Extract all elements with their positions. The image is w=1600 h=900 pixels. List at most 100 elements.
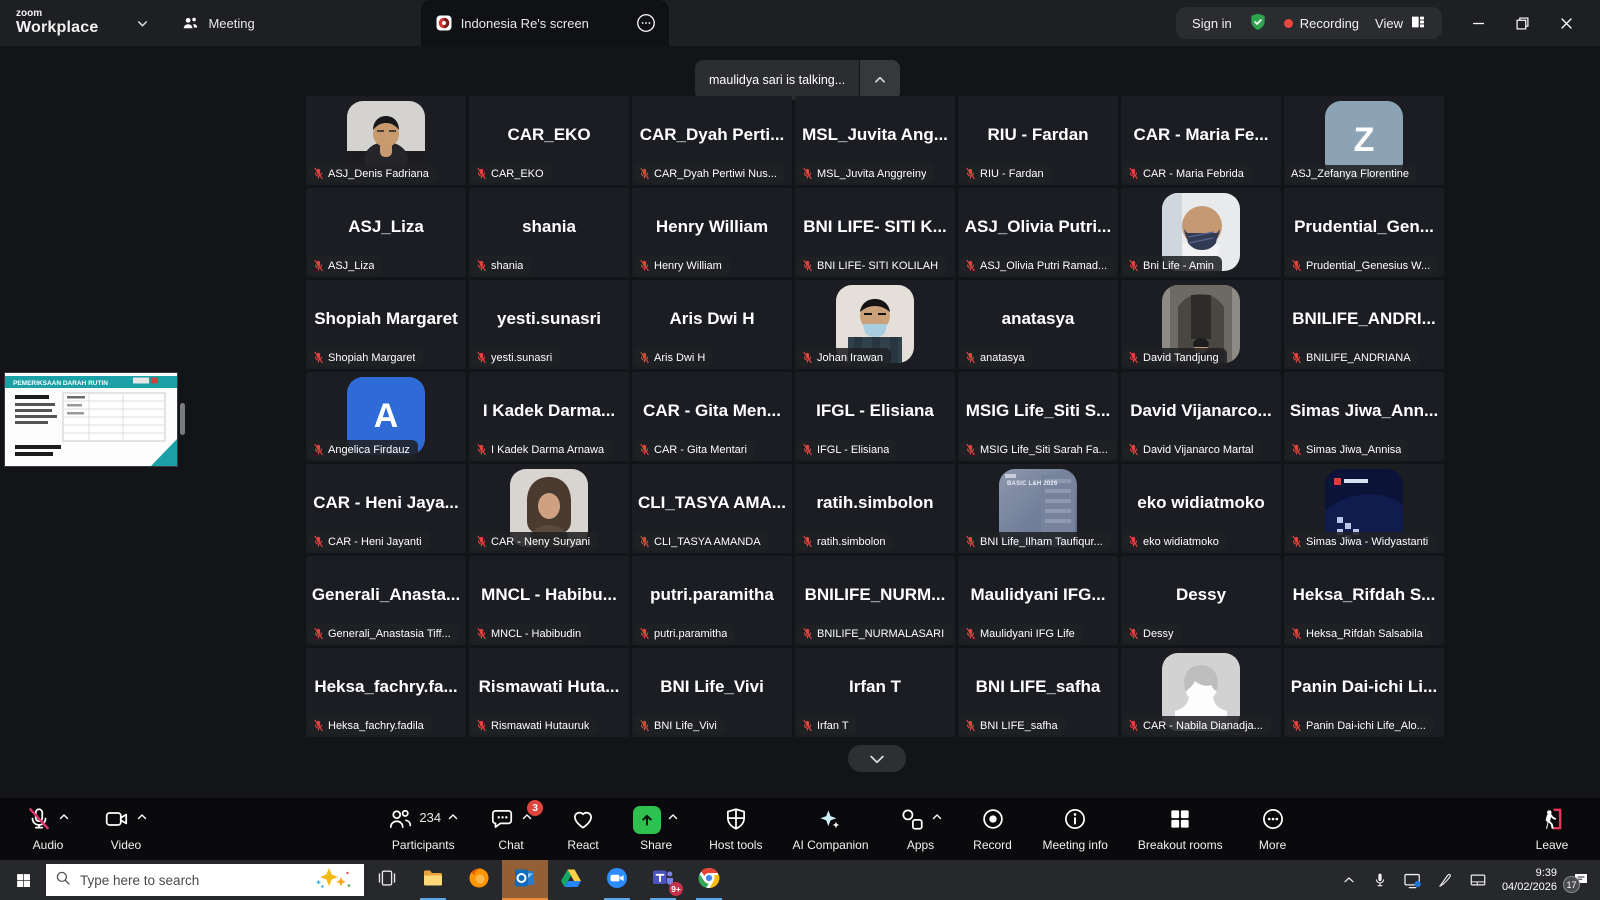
participant-tile[interactable]: ASJ_Denis Fadriana [306, 96, 466, 185]
participant-tile[interactable]: BNI LIFE_safhaBNI LIFE_safha [958, 648, 1118, 737]
notification-center-button[interactable]: 17 [1572, 871, 1590, 889]
tab-shared-screen[interactable]: Indonesia Re's screen [421, 0, 669, 46]
toolbar-host-tools-button[interactable]: Host tools [709, 806, 762, 852]
chevron-down-icon[interactable] [136, 0, 149, 46]
encryption-shield-icon[interactable] [1248, 12, 1268, 35]
minimize-button[interactable] [1456, 0, 1500, 46]
chevron-up-icon[interactable] [58, 810, 70, 828]
start-button[interactable] [0, 860, 46, 900]
taskbar-app-file-explorer[interactable] [410, 860, 456, 900]
participant-tile[interactable]: DessyDessy [1121, 556, 1281, 645]
participant-tile[interactable]: Johan Irawan [795, 280, 955, 369]
participant-tile[interactable]: AAngelica Firdauz [306, 372, 466, 461]
participant-tile[interactable]: anatasyaanatasya [958, 280, 1118, 369]
toolbar-leave-button[interactable]: Leave [1532, 806, 1572, 852]
participant-tile[interactable]: yesti.sunasriyesti.sunasri [469, 280, 629, 369]
taskbar-app-firefox[interactable] [456, 860, 502, 900]
participant-tile[interactable]: CAR - Nabila Dianadja... [1121, 648, 1281, 737]
toolbar-participants-button[interactable]: 234Participants [387, 806, 459, 852]
participant-tile[interactable]: Simas Jiwa - Widyastanti [1284, 464, 1444, 553]
participant-tile[interactable]: CAR - Neny Suryani [469, 464, 629, 553]
participant-tile[interactable]: CAR - Maria Fe...CAR - Maria Febrida [1121, 96, 1281, 185]
tab-options-icon[interactable] [609, 12, 657, 34]
tray-touchpad-icon[interactable] [1469, 871, 1487, 889]
search-highlights-sparkle-icon[interactable] [310, 866, 356, 895]
participant-tile[interactable]: ratih.simbolonratih.simbolon [795, 464, 955, 553]
participant-tile[interactable]: IFGL - ElisianaIFGL - Elisiana [795, 372, 955, 461]
participant-tile[interactable]: Heksa_fachry.fa...Heksa_fachry.fadila [306, 648, 466, 737]
participant-tile[interactable]: CAR - Heni Jaya...CAR - Heni Jayanti [306, 464, 466, 553]
participant-tile[interactable]: David Tandjung [1121, 280, 1281, 369]
participant-tile[interactable]: MSIG Life_Siti S...MSIG Life_Siti Sarah … [958, 372, 1118, 461]
participant-tile[interactable]: Bni Life - Amin [1121, 188, 1281, 277]
participant-tile[interactable]: BNILIFE_ANDRI...BNILIFE_ANDRIANA [1284, 280, 1444, 369]
toolbar-audio-button[interactable]: Audio [26, 806, 70, 852]
participant-tile[interactable]: BNILIFE_NURM...BNILIFE_NURMALASARI [795, 556, 955, 645]
tray-pen-icon[interactable] [1437, 872, 1454, 889]
next-page-button[interactable] [848, 745, 906, 772]
participant-tile[interactable]: CLI_TASYA AMA...CLI_TASYA AMANDA [632, 464, 792, 553]
participant-tile[interactable]: Henry WilliamHenry William [632, 188, 792, 277]
taskbar-app-outlook[interactable] [502, 860, 548, 900]
participant-tile[interactable]: CAR - Gita Men...CAR - Gita Mentari [632, 372, 792, 461]
view-button[interactable]: View [1375, 14, 1426, 33]
participant-tile[interactable]: I Kadek Darma...I Kadek Darma Arnawa [469, 372, 629, 461]
chevron-up-icon[interactable] [667, 810, 679, 828]
close-button[interactable] [1544, 0, 1588, 46]
participant-tile[interactable]: BNI Life_ViviBNI Life_Vivi [632, 648, 792, 737]
participant-tile[interactable]: shaniashania [469, 188, 629, 277]
thumbnail-scrollbar[interactable] [180, 403, 185, 435]
participant-tile[interactable]: eko widiatmokoeko widiatmoko [1121, 464, 1281, 553]
participant-tile[interactable]: Heksa_Rifdah S...Heksa_Rifdah Salsabila [1284, 556, 1444, 645]
participant-tile[interactable]: David Vijanarco...David Vijanarco Martal [1121, 372, 1281, 461]
participant-tile[interactable]: Simas Jiwa_Ann...Simas Jiwa_Annisa [1284, 372, 1444, 461]
toast-collapse-button[interactable] [860, 60, 900, 100]
chevron-up-icon[interactable] [447, 810, 459, 828]
participant-tile[interactable]: Aris Dwi HAris Dwi H [632, 280, 792, 369]
participant-tile[interactable]: RIU - FardanRIU - Fardan [958, 96, 1118, 185]
toolbar-ai-companion-button[interactable]: AI Companion [792, 806, 868, 852]
participant-tile[interactable]: CAR_EKOCAR_EKO [469, 96, 629, 185]
tray-display-share-icon[interactable] [1403, 871, 1422, 890]
shared-screen-thumbnail[interactable]: PEMERIKSAAN DARAH RUTIN [5, 373, 177, 466]
toolbar-more-button[interactable]: More [1253, 806, 1293, 852]
participant-tile[interactable]: Prudential_Gen...Prudential_Genesius W..… [1284, 188, 1444, 277]
taskbar-app-teams[interactable]: 9+ [640, 860, 686, 900]
taskbar-clock[interactable]: 9:39 04/02/2026 [1502, 866, 1557, 895]
taskbar-app-google-drive[interactable] [548, 860, 594, 900]
toolbar-chat-button[interactable]: 3Chat [489, 806, 533, 852]
participant-tile[interactable]: BASIC L&H 2026BNI Life_Ilham Taufiqur... [958, 464, 1118, 553]
taskbar-app-task-view[interactable] [364, 860, 410, 900]
participant-tile[interactable]: Generali_Anasta...Generali_Anastasia Tif… [306, 556, 466, 645]
participant-tile[interactable]: Rismawati Huta...Rismawati Hutauruk [469, 648, 629, 737]
participant-tile[interactable]: CAR_Dyah Perti...CAR_Dyah Pertiwi Nus... [632, 96, 792, 185]
toolbar-breakout-rooms-button[interactable]: Breakout rooms [1138, 806, 1223, 852]
participant-tile[interactable]: ZASJ_Zefanya Florentine [1284, 96, 1444, 185]
restore-button[interactable] [1500, 0, 1544, 46]
participant-tile[interactable]: Maulidyani IFG...Maulidyani IFG Life [958, 556, 1118, 645]
recording-indicator[interactable]: Recording [1284, 16, 1359, 31]
participant-tile[interactable]: putri.paramithaputri.paramitha [632, 556, 792, 645]
taskbar-search[interactable]: Type here to search [46, 864, 364, 896]
taskbar-app-zoom[interactable] [594, 860, 640, 900]
chevron-up-icon[interactable] [136, 810, 148, 828]
toolbar-share-button[interactable]: Share [633, 806, 679, 852]
participant-tile[interactable]: Panin Dai-ichi Li...Panin Dai-ichi Life_… [1284, 648, 1444, 737]
toolbar-apps-button[interactable]: Apps [899, 806, 943, 852]
tab-meeting[interactable]: Meeting [165, 0, 270, 46]
participant-tile[interactable]: ASJ_Olivia Putri...ASJ_Olivia Putri Rama… [958, 188, 1118, 277]
participant-tile[interactable]: ASJ_LizaASJ_Liza [306, 188, 466, 277]
toolbar-react-button[interactable]: React [563, 806, 603, 852]
participant-tile[interactable]: Shopiah MargaretShopiah Margaret [306, 280, 466, 369]
chevron-up-icon[interactable] [931, 810, 943, 828]
toolbar-record-button[interactable]: Record [973, 806, 1013, 852]
toolbar-meeting-info-button[interactable]: Meeting info [1043, 806, 1108, 852]
participant-tile[interactable]: MSL_Juvita Ang...MSL_Juvita Anggreiny [795, 96, 955, 185]
participant-tile[interactable]: BNI LIFE- SITI K...BNI LIFE- SITI KOLILA… [795, 188, 955, 277]
sign-in-button[interactable]: Sign in [1192, 16, 1232, 31]
toolbar-video-button[interactable]: Video [104, 806, 148, 852]
taskbar-app-chrome[interactable] [686, 860, 732, 900]
tray-expand-icon[interactable] [1341, 872, 1357, 888]
participant-tile[interactable]: Irfan TIrfan T [795, 648, 955, 737]
participant-tile[interactable]: MNCL - Habibu...MNCL - Habibudin [469, 556, 629, 645]
